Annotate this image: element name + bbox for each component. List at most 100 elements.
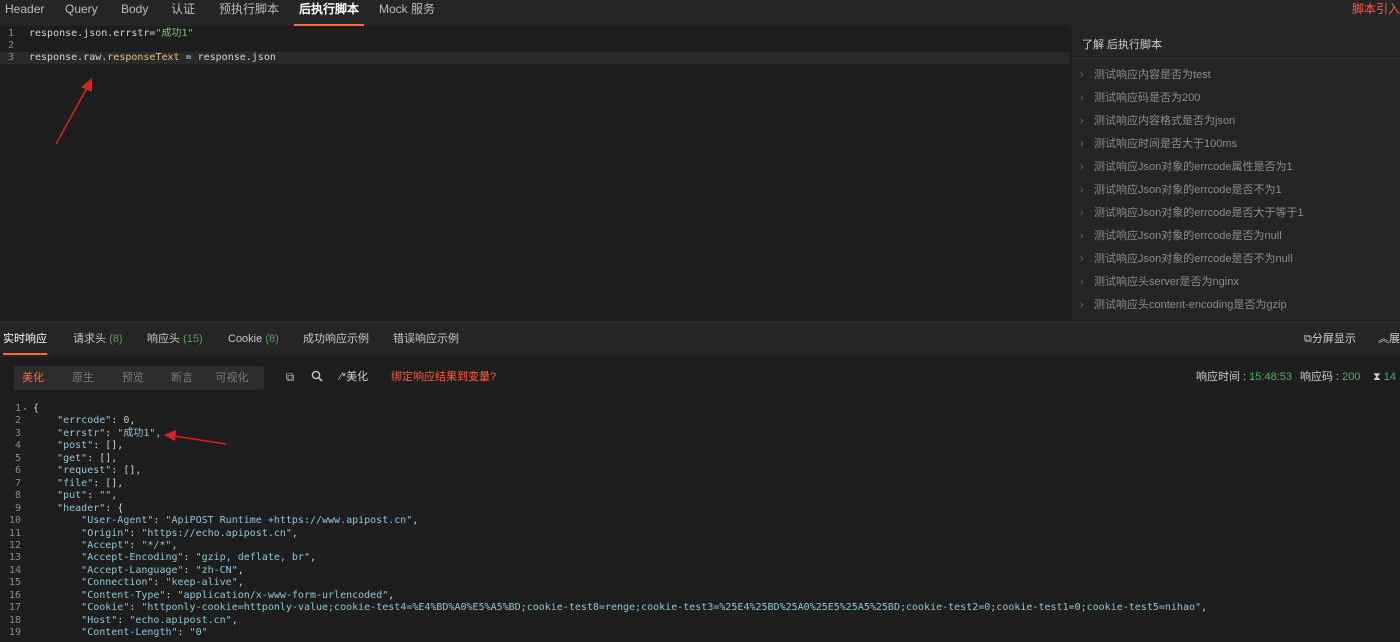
tab-query[interactable]: Query	[65, 0, 98, 24]
json-code: "file": [],	[57, 477, 124, 489]
view-mode-assert[interactable]: 断言	[164, 366, 200, 390]
post-script-editor[interactable]: 1 response.json.errstr="成功1" 2 3 respons…	[0, 26, 1070, 322]
tab-post-script[interactable]: 后执行脚本	[294, 0, 365, 26]
json-line: 12 "Accept": "*/*",	[0, 540, 1400, 552]
bind-result-to-variable-link[interactable]: 绑定响应结果到变量?	[391, 370, 496, 384]
line-number: 3	[7, 52, 14, 63]
json-code: "Content-Length": "0"	[81, 627, 208, 639]
json-code: "Content-Type": "application/x-www-form-…	[81, 589, 395, 601]
chevron-right-icon: ›	[1080, 230, 1084, 242]
json-line: 9 "header": {	[0, 503, 1400, 515]
view-mode-visualize[interactable]: 可视化	[210, 366, 254, 390]
code-text: response.json.errstr="成功1"	[29, 28, 194, 39]
json-line: 11 "Origin": "https://echo.apipost.cn",	[0, 528, 1400, 540]
search-icon[interactable]	[310, 370, 324, 384]
snippet-label: 测试响应头server是否为nginx	[1094, 276, 1239, 288]
line-number: 6	[14, 465, 21, 477]
snippet-item[interactable]: › 测试响应时间是否大于100ms	[1080, 134, 1237, 154]
snippet-item[interactable]: › 测试响应Json对象的errcode是否不为null	[1080, 249, 1293, 269]
view-mode-raw[interactable]: 原生	[64, 366, 102, 390]
snippet-label: 测试响应Json对象的errcode是否为null	[1094, 230, 1282, 242]
response-duration: ⧗ 14	[1373, 371, 1397, 383]
snippet-item[interactable]: › 测试响应内容格式是否为json	[1080, 111, 1235, 131]
snippet-item[interactable]: › 测试响应码是否为200	[1080, 88, 1200, 108]
tab-header[interactable]: Header	[5, 0, 44, 24]
line-number: 10	[8, 515, 21, 527]
split-screen-icon: ⧉	[1304, 333, 1312, 345]
line-number: 18	[8, 614, 21, 626]
line-number: 4	[14, 440, 21, 452]
chevron-right-icon: ›	[1080, 299, 1084, 311]
response-tab-bar: 实时响应 请求头 (8) 响应头 (15) Cookie (8) 成功响应示例 …	[0, 322, 1400, 357]
copy-icon[interactable]: ⧉	[283, 370, 297, 384]
line-number: 1	[7, 28, 14, 39]
chevron-right-icon: ›	[1080, 69, 1084, 81]
json-code: "Host": "echo.apipost.cn",	[81, 614, 238, 626]
json-line: 5 "get": [],	[0, 453, 1400, 465]
chevron-right-icon: ›	[1080, 161, 1084, 173]
editor-line: 1 response.json.errstr="成功1"	[0, 28, 1070, 40]
json-line: 16 "Content-Type": "application/x-www-fo…	[0, 590, 1400, 602]
snippet-item[interactable]: › 测试响应头server是否为nginx	[1080, 272, 1239, 292]
snippet-item[interactable]: › 测试响应Json对象的errcode是否大于等于1	[1080, 203, 1304, 223]
json-code: {	[33, 403, 40, 414]
script-import-link[interactable]: 脚本引入	[1352, 0, 1400, 18]
tab-request-headers[interactable]: 请求头 (8)	[73, 323, 123, 355]
tab-success-example[interactable]: 成功响应示例	[303, 323, 369, 355]
line-number: 2	[7, 40, 14, 51]
response-toolbar: 美化 原生 预览 断言 可视化 ⧉ ⁄*美化 绑定响应结果到变量? 响应时间 :…	[0, 357, 1400, 399]
code-text: response.raw.responseText = response.jso…	[29, 52, 276, 63]
json-code: "Connection": "keep-alive",	[81, 577, 244, 589]
editor-line: 2	[0, 40, 1070, 52]
json-code: "User-Agent": "ApiPOST Runtime +https://…	[81, 515, 419, 527]
beautify-button[interactable]: ⁄*美化	[340, 370, 368, 384]
tab-cookie[interactable]: Cookie (8)	[228, 323, 279, 355]
line-number: 15	[8, 577, 21, 589]
snippet-item[interactable]: › 测试响应头content-encoding是否为gzip	[1080, 295, 1287, 315]
view-mode-preview[interactable]: 预览	[114, 366, 152, 390]
line-number: 14	[8, 564, 21, 576]
json-code: "errcode": 0,	[57, 415, 136, 427]
snippet-item[interactable]: › 测试响应内容是否为test	[1080, 65, 1211, 85]
json-line: 10 "User-Agent": "ApiPOST Runtime +https…	[0, 515, 1400, 527]
snippet-panel-title[interactable]: 了解 后执行脚本	[1082, 36, 1162, 52]
snippet-panel: 了解 后执行脚本 › 测试响应内容是否为test › 测试响应码是否为200 › 测试响应…	[1072, 26, 1400, 322]
response-json-viewer[interactable]: 1 ▾{2 "errcode": 0, 3 "errstr": "成功1", 4 "p…	[0, 400, 1400, 642]
snippet-item[interactable]: › 测试响应Json对象的errcode是否为null	[1080, 226, 1282, 246]
json-line: 3 "errstr": "成功1",	[0, 428, 1400, 440]
json-line: 8 "put": "",	[0, 490, 1400, 502]
tab-mock-service[interactable]: Mock 服务	[379, 0, 435, 24]
tab-error-example[interactable]: 错误响应示例	[393, 323, 459, 355]
line-number: 7	[14, 477, 21, 489]
line-number: 9	[14, 502, 21, 514]
tab-pre-script[interactable]: 预执行脚本	[219, 0, 279, 24]
snippet-label: 测试响应内容格式是否为json	[1094, 115, 1236, 127]
chevron-right-icon: ›	[1080, 253, 1084, 265]
snippet-label: 测试响应时间是否大于100ms	[1094, 138, 1238, 150]
snippet-label: 测试响应码是否为200	[1094, 92, 1201, 104]
split-screen-button[interactable]: ⧉分屏显示	[1304, 323, 1356, 355]
json-line: 18 "Host": "echo.apipost.cn",	[0, 615, 1400, 627]
view-mode-switch: 美化 原生 预览 断言 可视化	[14, 366, 264, 390]
snippet-item[interactable]: › 测试响应Json对象的errcode是否不为1	[1080, 180, 1282, 200]
tab-auth[interactable]: 认证	[171, 0, 195, 24]
chevron-right-icon: ›	[1080, 115, 1084, 127]
tab-body[interactable]: Body	[121, 0, 148, 24]
snippet-label: 测试响应头content-encoding是否为gzip	[1094, 299, 1287, 311]
expand-icon: ︽	[1378, 333, 1389, 345]
snippet-item[interactable]: › 测试响应Json对象的errcode属性是否为1	[1080, 157, 1293, 177]
json-line: 6 "request": [],	[0, 465, 1400, 477]
line-number: 16	[8, 589, 21, 601]
json-line: 14 "Accept-Language": "zh-CN",	[0, 565, 1400, 577]
tab-realtime-response[interactable]: 实时响应	[3, 323, 47, 355]
expand-button[interactable]: ︽展	[1378, 323, 1400, 355]
fold-toggle-icon[interactable]: ▾	[23, 403, 27, 415]
json-code: "Accept-Language": "zh-CN",	[81, 564, 244, 576]
json-line: 2 "errcode": 0,	[0, 415, 1400, 427]
chevron-right-icon: ›	[1080, 276, 1084, 288]
json-code: "Origin": "https://echo.apipost.cn",	[81, 527, 298, 539]
view-mode-beautify[interactable]: 美化	[14, 366, 52, 390]
json-code: "get": [],	[57, 452, 118, 464]
line-number: 3	[14, 427, 21, 439]
tab-response-headers[interactable]: 响应头 (15)	[147, 323, 203, 355]
